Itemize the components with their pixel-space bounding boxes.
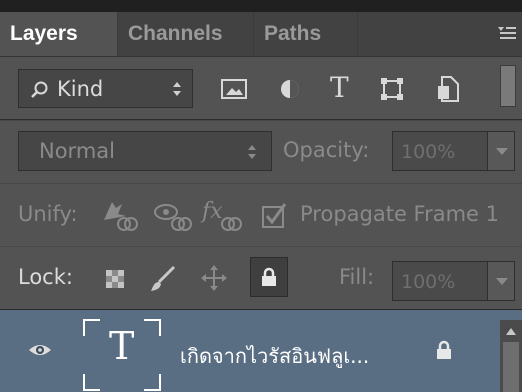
filter-toggle-switch[interactable] bbox=[500, 65, 516, 107]
lock-icon bbox=[262, 267, 276, 286]
tab-paths[interactable]: Paths bbox=[254, 12, 358, 56]
type-layer-icon: T bbox=[109, 324, 135, 368]
fill-input[interactable]: 100% bbox=[392, 261, 488, 301]
blend-row: Normal Opacity: 100% bbox=[0, 120, 522, 183]
panel-tab-bar: Layers Channels Paths bbox=[0, 12, 522, 57]
chevron-down-icon bbox=[496, 148, 508, 155]
lock-image-pixels-icon[interactable] bbox=[150, 265, 176, 293]
unify-style-icon[interactable]: fx bbox=[200, 196, 244, 234]
filter-kind-select[interactable]: Kind bbox=[18, 69, 193, 108]
panel-menu-icon[interactable] bbox=[498, 26, 516, 40]
blend-mode-select[interactable]: Normal bbox=[18, 131, 272, 171]
adjustment-filter-icon[interactable] bbox=[279, 78, 301, 100]
visibility-eye-icon[interactable] bbox=[28, 342, 52, 358]
search-icon bbox=[31, 81, 48, 98]
fill-value: 100% bbox=[401, 271, 456, 293]
propagate-frame-label: Propagate Frame 1 bbox=[300, 202, 500, 226]
shape-filter-icon[interactable] bbox=[380, 77, 404, 101]
smart-object-filter-icon[interactable] bbox=[437, 76, 459, 102]
lock-all-button[interactable] bbox=[250, 257, 288, 297]
stepper-icon bbox=[248, 145, 256, 159]
unify-row: Unify: fx Propagate Frame 1 bbox=[0, 183, 522, 246]
layer-lock-icon bbox=[437, 340, 451, 359]
opacity-value: 100% bbox=[401, 141, 456, 163]
tab-layers[interactable]: Layers bbox=[0, 12, 118, 56]
lock-row: Lock: Fill: 100% bbox=[0, 246, 522, 309]
layer-name: เกิดจากไวรัสอินฟลูเ... bbox=[180, 344, 370, 368]
opacity-label: Opacity: bbox=[283, 138, 370, 162]
filter-kind-label: Kind bbox=[57, 77, 104, 101]
blend-mode-value: Normal bbox=[39, 139, 115, 163]
fill-dropdown-button[interactable] bbox=[487, 261, 515, 301]
lock-transparent-pixels-icon[interactable] bbox=[106, 270, 124, 288]
image-filter-icon[interactable] bbox=[221, 79, 247, 99]
unify-visibility-icon[interactable] bbox=[152, 198, 194, 234]
lock-label: Lock: bbox=[18, 265, 73, 289]
stepper-icon bbox=[173, 82, 181, 96]
unify-position-icon[interactable] bbox=[98, 198, 140, 234]
layer-row[interactable]: T เกิดจากไวรัสอินฟลูเ... bbox=[0, 309, 522, 392]
panel-top-strip bbox=[0, 0, 522, 12]
scroll-up-arrow-icon[interactable] bbox=[506, 328, 516, 335]
type-filter-icon[interactable]: T bbox=[330, 71, 349, 104]
scrollbar-thumb[interactable] bbox=[503, 342, 519, 392]
fill-label: Fill: bbox=[339, 265, 375, 289]
propagate-checkbox[interactable] bbox=[262, 202, 288, 228]
tab-channels[interactable]: Channels bbox=[118, 12, 254, 56]
opacity-input[interactable]: 100% bbox=[392, 131, 488, 171]
layers-scrollbar[interactable] bbox=[500, 320, 522, 392]
filter-row: Kind T bbox=[0, 57, 522, 119]
chevron-down-icon bbox=[496, 278, 508, 285]
unify-label: Unify: bbox=[18, 202, 78, 226]
opacity-dropdown-button[interactable] bbox=[487, 131, 515, 171]
svg-text:fx: fx bbox=[200, 199, 223, 224]
lock-position-icon[interactable] bbox=[201, 265, 227, 291]
